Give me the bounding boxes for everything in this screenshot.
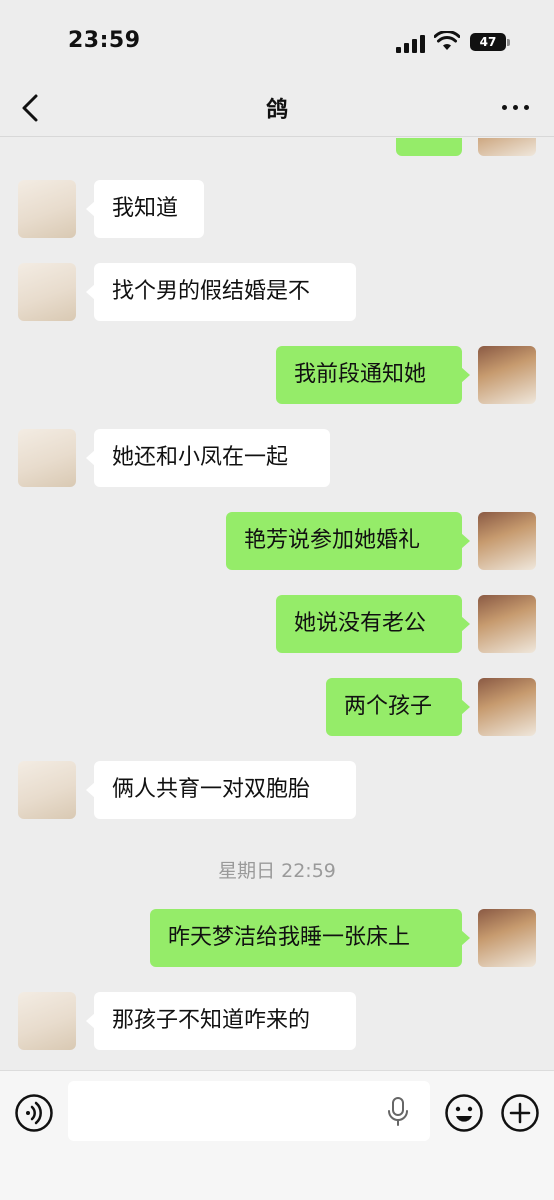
message-bubble-in[interactable]: 俩人共育一对双胞胎	[86, 761, 356, 819]
message-input[interactable]	[68, 1081, 430, 1141]
avatar-self[interactable]	[478, 678, 536, 736]
plus-icon	[501, 1094, 539, 1132]
avatar-self[interactable]	[478, 909, 536, 967]
chat-screen: 23:59 47 鸽 我知道 找个男的假结婚是不 我前段通知她 她还和小凤在一起…	[0, 0, 554, 1200]
status-time: 23:59	[68, 28, 141, 53]
chat-title: 鸽	[265, 98, 288, 123]
status-bar: 23:59 47	[0, 0, 554, 80]
mic-icon[interactable]	[386, 1097, 410, 1127]
message-bubble-in[interactable]: 那孩子不知道咋来的	[86, 992, 356, 1050]
timestamp: 星期日 22:59	[218, 860, 336, 882]
message-list[interactable]: 我知道找个男的假结婚是不我前段通知她她还和小凤在一起艳芳说参加她婚礼她说没有老公…	[0, 138, 554, 1070]
avatar-self[interactable]	[478, 595, 536, 653]
avatar-self[interactable]	[478, 138, 536, 156]
emoji-button[interactable]	[444, 1093, 484, 1133]
message-bubble-out[interactable]: 昨天梦洁给我睡一张床上	[150, 909, 470, 967]
avatar-self[interactable]	[478, 346, 536, 404]
message-bubble-in[interactable]: 我知道	[86, 180, 204, 238]
voice-button[interactable]	[14, 1093, 54, 1133]
wifi-icon	[434, 31, 460, 50]
battery-icon: 47	[470, 33, 506, 51]
nav-bar: 鸽	[0, 80, 554, 137]
voice-icon	[15, 1094, 53, 1132]
message-bubble-in[interactable]: 找个男的假结婚是不	[86, 263, 356, 321]
message-bubble-out[interactable]: 两个孩子	[326, 678, 470, 736]
battery-tip	[507, 39, 510, 46]
avatar-contact[interactable]	[18, 992, 76, 1050]
input-bar	[0, 1070, 554, 1200]
avatar-contact[interactable]	[18, 429, 76, 487]
message-bubble-in[interactable]: 她还和小凤在一起	[86, 429, 330, 487]
message-bubble-out[interactable]: 艳芳说参加她婚礼	[226, 512, 470, 570]
more-button[interactable]	[496, 90, 536, 124]
avatar-contact[interactable]	[18, 761, 76, 819]
message-bubble-out[interactable]: 她说没有老公	[276, 595, 470, 653]
avatar-contact[interactable]	[18, 263, 76, 321]
avatar-contact[interactable]	[18, 180, 76, 238]
plus-button[interactable]	[500, 1093, 540, 1133]
avatar-self[interactable]	[478, 512, 536, 570]
message-bubble-out[interactable]: 我前段通知她	[276, 346, 470, 404]
signal-icon	[396, 35, 426, 53]
message-bubble-out-partial[interactable]	[396, 138, 462, 156]
emoji-icon	[445, 1094, 483, 1132]
